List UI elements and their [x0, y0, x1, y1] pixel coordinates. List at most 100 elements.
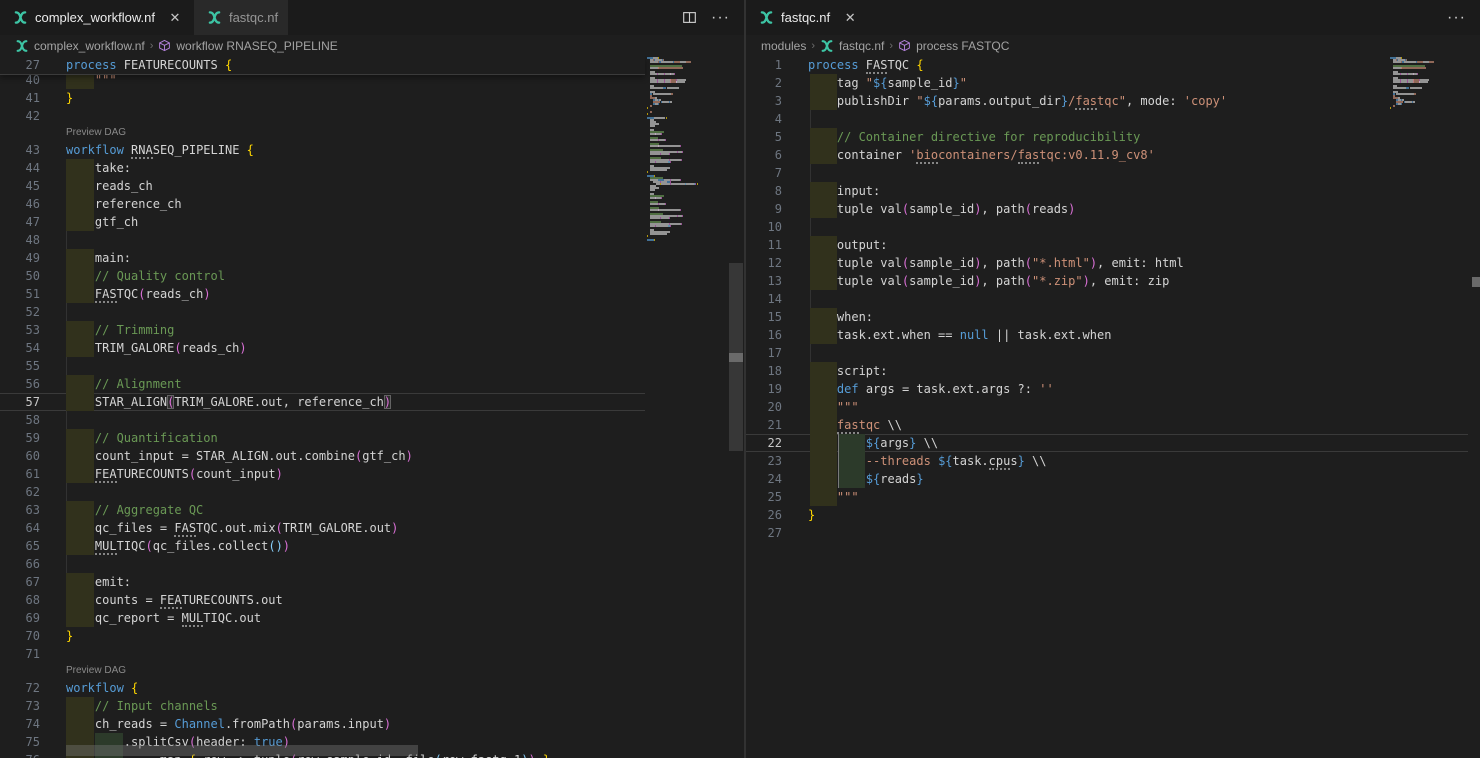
code-line[interactable]: 27 [746, 524, 1468, 542]
line-number[interactable]: 73 [0, 697, 40, 715]
line-number[interactable]: 21 [746, 416, 782, 434]
line-number[interactable]: 55 [0, 357, 40, 375]
code-line[interactable]: 69 qc_report = MULTIQC.out [0, 609, 645, 627]
code-line[interactable]: 55 [0, 357, 645, 375]
code-line[interactable]: 20 """ [746, 398, 1468, 416]
line-number[interactable]: 44 [0, 159, 40, 177]
code-line[interactable]: 58 [0, 411, 645, 429]
line-number[interactable]: 46 [0, 195, 40, 213]
breadcrumb-item[interactable]: process FASTQC [898, 39, 1009, 53]
code-line[interactable]: 7 [746, 164, 1468, 182]
code-line[interactable]: 45 reads_ch [0, 177, 645, 195]
code-line[interactable]: 8 input: [746, 182, 1468, 200]
tab-fastqc.nf[interactable]: fastqc.nf✕ [746, 0, 869, 35]
code-line[interactable]: 72workflow { [0, 679, 645, 697]
line-number[interactable]: 25 [746, 488, 782, 506]
line-number[interactable]: 53 [0, 321, 40, 339]
sticky-scroll[interactable]: 27process FEATURECOUNTS { [0, 56, 645, 75]
code-line[interactable]: 57 STAR_ALIGN(TRIM_GALORE.out, reference… [0, 393, 645, 411]
code-line[interactable]: 23 --threads ${task.cpus} \\ [746, 452, 1468, 470]
line-number[interactable]: 18 [746, 362, 782, 380]
code-line[interactable]: 41} [0, 89, 645, 107]
code-line[interactable]: 26} [746, 506, 1468, 524]
code-line[interactable]: 74 ch_reads = Channel.fromPath(params.in… [0, 715, 645, 733]
code-line[interactable]: 25 """ [746, 488, 1468, 506]
line-number[interactable]: 60 [0, 447, 40, 465]
line-number[interactable]: 75 [0, 733, 40, 751]
tab-complex_workflow.nf[interactable]: complex_workflow.nf✕ [0, 0, 194, 35]
line-number[interactable]: 26 [746, 506, 782, 524]
code-line[interactable]: 10 [746, 218, 1468, 236]
code-line[interactable]: 44 take: [0, 159, 645, 177]
line-number[interactable]: 67 [0, 573, 40, 591]
code-line[interactable]: 63 // Aggregate QC [0, 501, 645, 519]
code-line[interactable]: 4 [746, 110, 1468, 128]
line-number[interactable]: 42 [0, 107, 40, 125]
line-number[interactable]: 68 [0, 591, 40, 609]
line-number[interactable]: 19 [746, 380, 782, 398]
line-number[interactable]: 12 [746, 254, 782, 272]
code-line[interactable]: 22 ${args} \\ [746, 434, 1468, 452]
code-line[interactable]: 52 [0, 303, 645, 321]
code-line[interactable]: 14 [746, 290, 1468, 308]
line-number[interactable]: 27 [0, 56, 40, 74]
line-number[interactable]: 57 [0, 393, 40, 411]
line-number[interactable]: 58 [0, 411, 40, 429]
code-line[interactable]: 16 task.ext.when == null || task.ext.whe… [746, 326, 1468, 344]
code-line[interactable]: 1process FASTQC { [746, 56, 1468, 74]
codelens-link[interactable]: Preview DAG [66, 127, 126, 138]
line-number[interactable]: 8 [746, 182, 782, 200]
code-line[interactable]: 64 qc_files = FASTQC.out.mix(TRIM_GALORE… [0, 519, 645, 537]
code-line[interactable]: 61 FEATURECOUNTS(count_input) [0, 465, 645, 483]
code-line[interactable]: 43workflow RNASEQ_PIPELINE { [0, 141, 645, 159]
line-number[interactable]: 7 [746, 164, 782, 182]
line-number[interactable]: 54 [0, 339, 40, 357]
line-number[interactable]: 50 [0, 267, 40, 285]
code-line[interactable]: 51 FASTQC(reads_ch) [0, 285, 645, 303]
code-line[interactable]: 13 tuple val(sample_id), path("*.zip"), … [746, 272, 1468, 290]
breadcrumb-item[interactable]: complex_workflow.nf [15, 39, 145, 53]
code-line[interactable]: 65 MULTIQC(qc_files.collect()) [0, 537, 645, 555]
breadcrumb-item[interactable]: workflow RNASEQ_PIPELINE [158, 39, 337, 53]
code-line[interactable]: 66 [0, 555, 645, 573]
line-number[interactable]: 56 [0, 375, 40, 393]
code-line[interactable]: 48 [0, 231, 645, 249]
code-line[interactable]: 50 // Quality control [0, 267, 645, 285]
line-number[interactable]: 70 [0, 627, 40, 645]
code-line[interactable]: 27process FEATURECOUNTS { [0, 56, 645, 74]
code-line[interactable]: 18 script: [746, 362, 1468, 380]
line-number[interactable]: 5 [746, 128, 782, 146]
tab-fastqc.nf[interactable]: fastqc.nf [194, 0, 288, 35]
code-line[interactable]: 53 // Trimming [0, 321, 645, 339]
line-number[interactable]: 65 [0, 537, 40, 555]
breadcrumb-item[interactable]: modules [761, 39, 806, 53]
split-editor-icon[interactable] [682, 10, 697, 25]
code-line[interactable]: 62 [0, 483, 645, 501]
line-number[interactable]: 10 [746, 218, 782, 236]
line-number[interactable]: 9 [746, 200, 782, 218]
breadcrumb-item[interactable]: fastqc.nf [820, 39, 884, 53]
line-number[interactable]: 4 [746, 110, 782, 128]
code-line[interactable]: 19 def args = task.ext.args ?: '' [746, 380, 1468, 398]
code-line[interactable]: 56 // Alignment [0, 375, 645, 393]
horizontal-scrollbar[interactable] [66, 745, 418, 756]
line-number[interactable]: 13 [746, 272, 782, 290]
line-number[interactable]: 15 [746, 308, 782, 326]
line-number[interactable]: 71 [0, 645, 40, 663]
line-number[interactable]: 24 [746, 470, 782, 488]
code-line[interactable]: 68 counts = FEATURECOUNTS.out [0, 591, 645, 609]
vertical-scrollbar[interactable] [729, 56, 743, 758]
line-number[interactable]: 52 [0, 303, 40, 321]
line-number[interactable]: 59 [0, 429, 40, 447]
code-line[interactable]: 46 reference_ch [0, 195, 645, 213]
code-line[interactable]: 2 tag "${sample_id}" [746, 74, 1468, 92]
code-line[interactable]: 54 TRIM_GALORE(reads_ch) [0, 339, 645, 357]
line-number[interactable]: 62 [0, 483, 40, 501]
line-number[interactable]: 27 [746, 524, 782, 542]
more-actions-icon[interactable]: ··· [1447, 9, 1466, 27]
code-line[interactable]: 73 // Input channels [0, 697, 645, 715]
line-number[interactable]: 49 [0, 249, 40, 267]
line-number[interactable]: 3 [746, 92, 782, 110]
line-number[interactable]: 45 [0, 177, 40, 195]
code-area[interactable]: 1process FASTQC {2 tag "${sample_id}"3 p… [746, 56, 1468, 542]
